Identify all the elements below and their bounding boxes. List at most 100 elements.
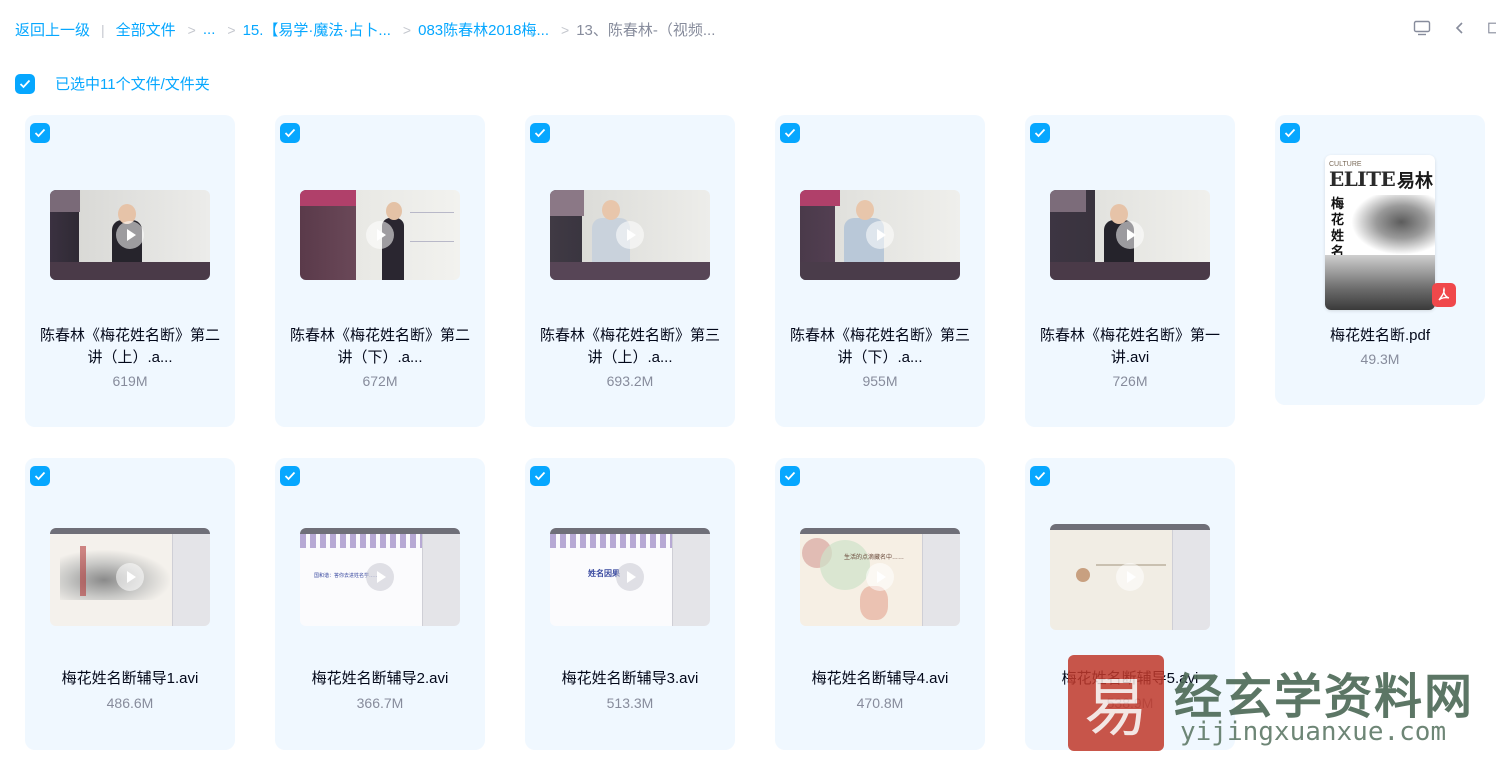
file-card[interactable]: 梅花姓名断辅导1.avi 486.6M: [25, 458, 235, 750]
breadcrumb-chevron-icon: >: [561, 21, 570, 38]
file-checkbox[interactable]: [1280, 123, 1300, 143]
overflow-icon[interactable]: [1488, 18, 1496, 38]
check-icon: [284, 128, 296, 138]
seal-logo: 易: [1068, 655, 1164, 751]
check-icon: [1034, 128, 1046, 138]
file-checkbox[interactable]: [280, 123, 300, 143]
select-all-checkbox[interactable]: [15, 73, 35, 94]
file-checkbox[interactable]: [30, 123, 50, 143]
video-thumbnail: [50, 190, 210, 280]
file-size: 955M: [862, 373, 898, 389]
play-icon: [616, 563, 644, 591]
file-card[interactable]: 陈春林《梅花姓名断》第二讲（上）.a... 619M: [25, 115, 235, 427]
file-card[interactable]: 陈春林《梅花姓名断》第一讲.avi 726M: [1025, 115, 1235, 427]
file-card[interactable]: 陈春林《梅花姓名断》第三讲（下）.a... 955M: [775, 115, 985, 427]
check-icon: [784, 128, 796, 138]
file-name: 陈春林《梅花姓名断》第二讲（上）.a...: [39, 327, 220, 366]
video-thumbnail: 生活的点滴藏名中……: [800, 528, 960, 626]
file-name: 梅花姓名断辅导2.avi: [311, 670, 449, 687]
slide-text: 生活的点滴藏名中……: [844, 555, 905, 561]
file-card[interactable]: 陈春林《梅花姓名断》第三讲（上）.a... 693.2M: [525, 115, 735, 427]
breadcrumb-root[interactable]: 全部文件: [116, 19, 176, 40]
file-name: 陈春林《梅花姓名断》第三讲（下）.a...: [789, 327, 970, 366]
file-size: 513.3M: [606, 695, 654, 711]
check-icon: [1034, 471, 1046, 481]
top-bar: 返回上一级 | 全部文件 > ... > 15.【易学·魔法·占卜... > 0…: [0, 0, 1496, 58]
check-icon: [34, 128, 46, 138]
breadcrumb-level1[interactable]: 15.【易学·魔法·占卜...: [243, 19, 391, 40]
pdf-icon: [1432, 283, 1456, 307]
play-icon: [1116, 221, 1144, 249]
play-icon: [116, 563, 144, 591]
video-thumbnail: [1050, 524, 1210, 630]
file-checkbox[interactable]: [780, 466, 800, 486]
video-thumbnail: [300, 190, 460, 280]
video-thumbnail: [800, 190, 960, 280]
file-checkbox[interactable]: [1030, 123, 1050, 143]
video-thumbnail: [1050, 190, 1210, 280]
selection-bar: 已选中11个文件/文件夹: [15, 73, 210, 94]
video-thumbnail: [550, 190, 710, 280]
play-icon: [866, 563, 894, 591]
check-icon: [284, 471, 296, 481]
file-name: 陈春林《梅花姓名断》第二讲（下）.a...: [289, 327, 470, 366]
file-checkbox[interactable]: [780, 123, 800, 143]
file-size: 672M: [362, 373, 398, 389]
play-icon: [866, 221, 894, 249]
file-size: 470.8M: [856, 695, 904, 711]
file-checkbox[interactable]: [530, 466, 550, 486]
file-card[interactable]: 国和谐：答你去进姓名学…… 梅花姓名断辅导2.avi 366.7M: [275, 458, 485, 750]
cover-brand-cn: 易林: [1397, 171, 1433, 192]
file-card[interactable]: 陈春林《梅花姓名断》第二讲（下）.a... 672M: [275, 115, 485, 427]
video-thumbnail: 姓名因果: [550, 528, 710, 626]
file-card[interactable]: 生活的点滴藏名中…… 梅花姓名断辅导4.avi 470.8M: [775, 458, 985, 750]
watermark-url: yijingxuanxue.com: [1180, 717, 1447, 747]
file-size: 619M: [112, 373, 148, 389]
file-checkbox[interactable]: [1030, 466, 1050, 486]
back-link[interactable]: 返回上一级: [15, 19, 90, 40]
file-size: 49.3M: [1360, 351, 1400, 367]
pdf-cover-thumbnail: CULTURE ELITE 易林 梅花姓名断: [1325, 155, 1435, 310]
play-icon: [616, 221, 644, 249]
file-size: 366.7M: [356, 695, 404, 711]
play-icon: [1116, 563, 1144, 591]
check-icon: [784, 471, 796, 481]
file-name: 梅花姓名断辅导3.avi: [561, 670, 699, 687]
file-name: 梅花姓名断辅导4.avi: [811, 670, 949, 687]
chevron-left-icon[interactable]: [1450, 18, 1470, 38]
play-icon: [366, 563, 394, 591]
file-name: 梅花姓名断.pdf: [1329, 327, 1431, 344]
video-thumbnail: [50, 528, 210, 626]
file-name: 陈春林《梅花姓名断》第三讲（上）.a...: [539, 327, 720, 366]
file-card[interactable]: CULTURE ELITE 易林 梅花姓名断 梅花姓名断.pdf 49.3M: [1275, 115, 1485, 405]
play-icon: [116, 221, 144, 249]
file-checkbox[interactable]: [280, 466, 300, 486]
monitor-icon[interactable]: [1412, 18, 1432, 38]
selection-count: 已选中11个文件/文件夹: [55, 76, 210, 93]
check-icon: [19, 79, 31, 88]
breadcrumb-current: 13、陈春林-（视频...: [576, 22, 716, 39]
file-card[interactable]: 姓名因果 梅花姓名断辅导3.avi 513.3M: [525, 458, 735, 750]
breadcrumb-divider: |: [101, 21, 105, 38]
file-checkbox[interactable]: [30, 466, 50, 486]
cover-brand: ELITE: [1329, 167, 1396, 191]
check-icon: [534, 471, 546, 481]
video-thumbnail: 国和谐：答你去进姓名学……: [300, 528, 460, 626]
check-icon: [534, 128, 546, 138]
breadcrumb-chevron-icon: >: [402, 21, 412, 38]
file-size: 726M: [1112, 373, 1148, 389]
breadcrumb-ellipsis[interactable]: ...: [203, 21, 216, 38]
file-size: 486.6M: [106, 695, 154, 711]
play-icon: [366, 221, 394, 249]
breadcrumb-chevron-icon: >: [227, 21, 236, 38]
breadcrumb-chevron-icon: >: [187, 21, 196, 38]
file-checkbox[interactable]: [530, 123, 550, 143]
top-right-tools: [1412, 18, 1496, 38]
site-watermark: 易 经玄学资料网 yijingxuanxue.com: [1068, 655, 1496, 778]
check-icon: [34, 471, 46, 481]
breadcrumb: 返回上一级 | 全部文件 > ... > 15.【易学·魔法·占卜... > 0…: [15, 19, 715, 40]
file-size: 693.2M: [606, 373, 654, 389]
file-name: 梅花姓名断辅导1.avi: [61, 670, 199, 687]
breadcrumb-level2[interactable]: 083陈春林2018梅...: [418, 19, 549, 40]
file-name: 陈春林《梅花姓名断》第一讲.avi: [1039, 327, 1220, 366]
